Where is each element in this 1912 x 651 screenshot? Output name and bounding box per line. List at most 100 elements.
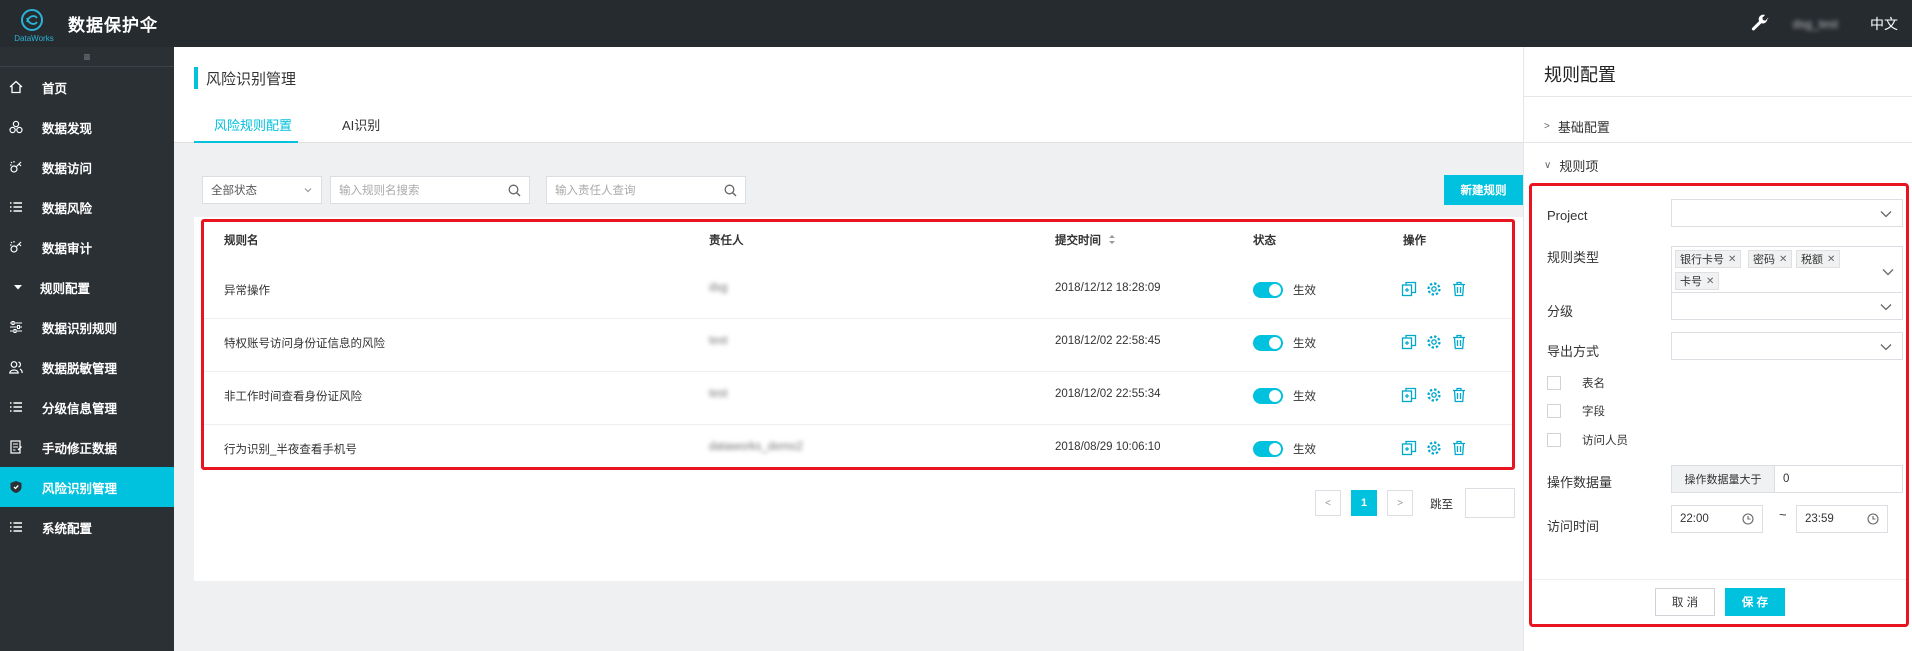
top-bar: DataWorks 数据保护伞 dsg_test 中文 (0, 0, 1912, 47)
rule-time: 2018/08/29 10:06:10 (1055, 441, 1161, 453)
status-toggle[interactable] (1253, 441, 1283, 457)
username[interactable]: dsg_test (1793, 17, 1838, 31)
tab-risk-rules[interactable]: 风险规则配置 (194, 115, 298, 143)
shield-icon (8, 479, 24, 495)
checkbox-field[interactable] (1547, 404, 1561, 418)
sort-icon[interactable] (1108, 234, 1116, 245)
end-time-picker[interactable]: 23:59 (1796, 505, 1888, 533)
status-toggle[interactable] (1253, 282, 1283, 298)
logo-area[interactable]: DataWorks 数据保护伞 (0, 0, 174, 47)
tag-tax[interactable]: 税额 ✕ (1796, 250, 1841, 268)
cancel-button[interactable]: 取 消 (1655, 588, 1715, 616)
gear-icon[interactable] (1426, 440, 1442, 456)
checkbox-visitor[interactable] (1547, 433, 1561, 447)
owner-search-input[interactable]: 输入责任人查询 (546, 176, 746, 204)
trash-icon[interactable] (1451, 440, 1467, 456)
rule-name[interactable]: 行为识别_半夜查看手机号 (224, 441, 357, 457)
next-page-button[interactable]: > (1387, 490, 1413, 516)
main-content: 风险识别管理 风险规则配置 AI识别 全部状态 输入规则名搜索 输入责任人查询 … (174, 47, 1535, 651)
rule-name[interactable]: 非工作时间查看身份证风险 (224, 388, 362, 404)
tag-password[interactable]: 密码 ✕ (1748, 250, 1793, 268)
status-toggle[interactable] (1253, 388, 1283, 404)
sidebar-item-home[interactable]: 首页 (0, 67, 174, 107)
sidebar-item-masking[interactable]: 数据脱敏管理 (0, 347, 174, 387)
status-label: 生效 (1293, 338, 1316, 350)
section-rule-items[interactable]: ∨ 规则项 (1544, 156, 1598, 175)
sidebar-item-identify-rules[interactable]: 数据识别规则 (0, 307, 174, 347)
prev-page-button[interactable]: < (1315, 490, 1341, 516)
export-select[interactable] (1671, 332, 1903, 360)
tag-label: 密码 (1753, 254, 1775, 266)
search-icon[interactable] (508, 184, 521, 197)
start-time-picker[interactable]: 22:00 (1671, 505, 1763, 533)
close-icon[interactable]: ✕ (1779, 254, 1787, 265)
chevron-down-icon (304, 188, 312, 193)
tab-ai-identify[interactable]: AI识别 (342, 115, 402, 143)
clock-icon (1742, 513, 1754, 525)
copy-icon[interactable] (1401, 334, 1417, 350)
copy-icon[interactable] (1401, 387, 1417, 403)
close-icon[interactable]: ✕ (1706, 276, 1714, 287)
page-title: 风险识别管理 (194, 67, 296, 89)
row-actions (1401, 334, 1467, 350)
status-filter-select[interactable]: 全部状态 (202, 176, 322, 204)
language-switch[interactable]: 中文 (1870, 14, 1898, 34)
chevron-down-icon (1882, 269, 1894, 276)
close-icon[interactable]: ✕ (1728, 254, 1736, 265)
access-time-label: 访问时间 (1547, 519, 1600, 534)
sidebar-item-label: 数据审计 (42, 241, 93, 256)
sidebar-item-label: 手动修正数据 (42, 441, 118, 456)
copy-icon[interactable] (1401, 440, 1417, 456)
checkbox-label: 表名 (1582, 378, 1605, 390)
jump-page-input[interactable] (1465, 488, 1515, 518)
trash-icon[interactable] (1451, 334, 1467, 350)
sidebar-item-label: 数据风险 (42, 201, 93, 216)
sidebar-item-grading[interactable]: 分级信息管理 (0, 387, 174, 427)
close-icon[interactable]: ✕ (1827, 254, 1835, 265)
clock-icon (1867, 513, 1879, 525)
audit-icon (8, 239, 24, 255)
checkbox-table-name[interactable] (1547, 376, 1561, 390)
sidebar-item-risk-identify[interactable]: 风险识别管理 (0, 467, 174, 507)
row-actions (1401, 440, 1467, 456)
rule-time: 2018/12/02 22:55:34 (1055, 388, 1161, 400)
rule-name[interactable]: 异常操作 (224, 282, 270, 298)
save-button[interactable]: 保 存 (1725, 588, 1785, 616)
sidebar-collapse-icon[interactable]: ≡ (0, 47, 174, 67)
status-label: 生效 (1293, 391, 1316, 403)
sidebar-item-discovery[interactable]: 数据发现 (0, 107, 174, 147)
project-select[interactable] (1671, 199, 1903, 227)
rule-type-multiselect[interactable]: 银行卡号 ✕ 密码 ✕ 税额 ✕ 卡号 ✕ (1671, 246, 1903, 296)
sidebar-item-access[interactable]: 数据访问 (0, 147, 174, 187)
trash-icon[interactable] (1451, 281, 1467, 297)
row-actions (1401, 387, 1467, 403)
section-basic-config[interactable]: > 基础配置 (1544, 117, 1610, 136)
gear-icon[interactable] (1426, 334, 1442, 350)
tag-label: 税额 (1801, 254, 1823, 266)
sidebar-item-manual-fix[interactable]: 手动修正数据 (0, 427, 174, 467)
op-amount-input[interactable]: 操作数据量大于 0 (1671, 465, 1903, 493)
search-icon[interactable] (724, 184, 737, 197)
sidebar-group-rule-config[interactable]: 规则配置 (0, 267, 174, 307)
tag-bank-card[interactable]: 银行卡号 ✕ (1675, 250, 1742, 268)
wrench-icon[interactable] (1749, 13, 1771, 35)
op-amount-label: 操作数据量 (1547, 475, 1613, 490)
copy-icon[interactable] (1401, 281, 1417, 297)
gear-icon[interactable] (1426, 387, 1442, 403)
col-header-time[interactable]: 提交时间 (1055, 232, 1116, 248)
new-rule-button[interactable]: 新建规则 (1444, 175, 1523, 205)
sidebar-item-risk[interactable]: 数据风险 (0, 187, 174, 227)
rule-name[interactable]: 特权账号访问身份证信息的风险 (224, 335, 385, 351)
rule-name-search-input[interactable]: 输入规则名搜索 (330, 176, 530, 204)
tag-card-no[interactable]: 卡号 ✕ (1675, 272, 1720, 290)
sidebar-item-audit[interactable]: 数据审计 (0, 227, 174, 267)
level-select[interactable] (1671, 292, 1903, 320)
op-amount-value[interactable]: 0 (1775, 466, 1789, 492)
gear-icon[interactable] (1426, 281, 1442, 297)
sidebar-item-system[interactable]: 系统配置 (0, 507, 174, 547)
status-toggle[interactable] (1253, 335, 1283, 351)
end-time-value: 23:59 (1805, 513, 1834, 525)
page-1-button[interactable]: 1 (1351, 490, 1377, 516)
trash-icon[interactable] (1451, 387, 1467, 403)
sidebar-item-label: 风险识别管理 (42, 481, 118, 496)
